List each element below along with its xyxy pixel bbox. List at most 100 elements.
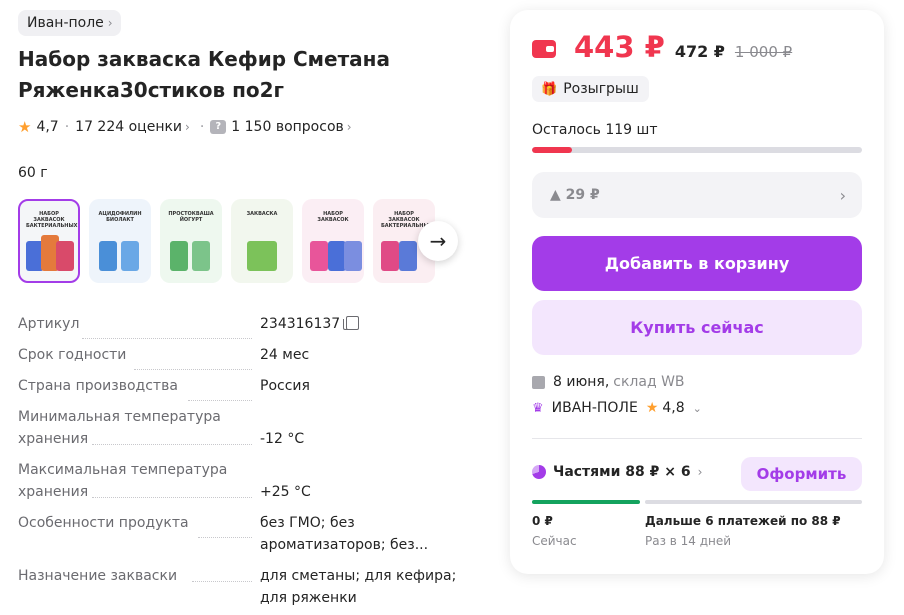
package-image xyxy=(381,241,399,271)
thumbnail[interactable]: ПРОСТОКВАША ЙОГУРТ xyxy=(160,199,222,283)
arrow-right-icon: → xyxy=(429,229,447,253)
question-icon: ? xyxy=(210,120,227,134)
spec-label: Артикул xyxy=(18,316,80,332)
pie-chart-icon xyxy=(532,465,546,479)
thumbnail[interactable]: АЦИДОФИЛИН БИОЛАКТ xyxy=(89,199,151,283)
package-image xyxy=(170,241,188,271)
installment-progress-later xyxy=(645,500,862,504)
buy-now-button[interactable]: Купить сейчас xyxy=(532,300,862,355)
spec-value: +25 °C xyxy=(260,484,311,500)
copy-icon[interactable] xyxy=(343,316,360,330)
discount-selector[interactable]: ▲ 29 ₽ › xyxy=(532,172,862,218)
price-row: 443 ₽ 472 ₽ 1 000 ₽ xyxy=(532,30,792,64)
thumbnail[interactable]: НАБОР ЗАКВАСОК БАКТЕРИАЛЬНЫХ xyxy=(18,199,80,283)
thumbnail-caption: НАБОР ЗАКВАСОК БАКТЕРИАЛЬНЫХ xyxy=(26,211,78,229)
spec-value: -12 °C xyxy=(260,431,305,447)
separator-dot: · xyxy=(64,119,70,135)
chevron-right-icon: › xyxy=(185,120,190,134)
thumbnail-caption: ЗАКВАСКА xyxy=(246,211,278,217)
seller-info[interactable]: ♛ ИВАН-ПОЛЕ ★ 4,8 ⌄ xyxy=(532,400,702,416)
separator-dot: · xyxy=(199,119,205,135)
package-image xyxy=(247,241,277,271)
pay-later-amount: Дальше 6 платежей по 88 ₽ xyxy=(645,514,841,528)
dotted-leader xyxy=(192,581,252,582)
spec-row: Назначение закваски для сметаны; для кеф… xyxy=(18,565,470,609)
buy-card: 443 ₽ 472 ₽ 1 000 ₽ 🎁 Розыгрыш Осталось … xyxy=(510,10,884,574)
spec-row: Страна производства Россия xyxy=(18,375,470,406)
spec-row: Артикул 234316137 xyxy=(18,313,470,344)
brand-chip[interactable]: Иван-поле › xyxy=(18,10,121,36)
installments-label: Частями 88 ₽ × 6 xyxy=(553,464,691,480)
delivery-place: склад WB xyxy=(613,374,685,390)
reviews-link[interactable]: 17 224 оценки xyxy=(75,119,182,135)
package-image xyxy=(310,241,328,271)
promo-badge[interactable]: 🎁 Розыгрыш xyxy=(532,76,649,102)
price-current: 443 ₽ xyxy=(574,30,665,64)
promo-label: Розыгрыш xyxy=(563,81,639,97)
checkout-button[interactable]: Оформить xyxy=(741,457,862,491)
spec-value: 24 мес xyxy=(260,347,310,363)
divider xyxy=(532,438,862,439)
spec-row: Максимальная температура хранения +25 °C xyxy=(18,459,470,512)
dotted-leader xyxy=(188,400,252,401)
spec-row: Срок годности 24 мес xyxy=(18,344,470,375)
weight-option: 60 г xyxy=(18,165,48,181)
pay-now-label: Сейчас xyxy=(532,534,577,548)
gallery-next-button[interactable]: → xyxy=(418,221,458,261)
dotted-leader xyxy=(92,497,252,498)
discount-value: ▲ 29 ₽ xyxy=(550,187,600,203)
product-title: Набор закваска Кефир Сметана Ряженка30ст… xyxy=(18,47,390,102)
spec-label: Назначение закваски xyxy=(18,568,178,584)
star-icon: ★ xyxy=(645,400,659,416)
dotted-leader xyxy=(198,537,252,538)
thumbnail[interactable]: ЗАКВАСКА xyxy=(231,199,293,283)
article-number: 234316137 xyxy=(260,316,341,332)
rating-value: 4,7 xyxy=(36,119,59,135)
seller-rating: 4,8 xyxy=(662,400,685,416)
price-old: 1 000 ₽ xyxy=(734,43,793,61)
package-image xyxy=(56,241,74,271)
thumbnail-caption: НАБОР ЗАКВАСОК БАКТЕРИАЛЬНЫХ xyxy=(381,211,433,229)
brand-name: Иван-поле xyxy=(27,15,104,31)
chevron-right-icon: › xyxy=(839,185,846,205)
star-icon: ★ xyxy=(18,118,32,136)
spec-value: без ГМО; без ароматизаторов; без... xyxy=(260,515,429,553)
spec-label: Особенности продукта xyxy=(18,515,189,531)
installment-progress-now xyxy=(532,500,640,504)
package-image xyxy=(99,241,117,271)
pay-later-label: Раз в 14 дней xyxy=(645,534,732,548)
pay-now-amount: 0 ₽ xyxy=(532,514,553,528)
box-icon xyxy=(532,375,545,389)
chevron-right-icon: › xyxy=(107,16,113,30)
thumbnail-caption: АЦИДОФИЛИН БИОЛАКТ xyxy=(98,211,142,223)
questions-link[interactable]: 1 150 вопросов xyxy=(231,119,343,135)
thumbnail-caption: НАБОР ЗАКВАСОК xyxy=(317,211,349,223)
spec-value: для сметаны; для кефира; для ряженки xyxy=(260,568,457,606)
rating-row: ★ 4,7 · 17 224 оценки › · ? 1 150 вопрос… xyxy=(18,117,352,137)
stock-label: Осталось 119 шт xyxy=(532,122,658,138)
specs-table: Артикул 234316137 Срок годности 24 мес С… xyxy=(18,313,470,609)
package-image xyxy=(344,241,362,271)
package-image xyxy=(121,241,139,271)
spec-value: 234316137 xyxy=(260,313,470,335)
spec-row: Особенности продукта без ГМО; без аромат… xyxy=(18,512,470,565)
thumbnail-gallery: НАБОР ЗАКВАСОК БАКТЕРИАЛЬНЫХ АЦИДОФИЛИН … xyxy=(18,199,435,283)
delivery-date: 8 июня, xyxy=(553,374,610,390)
dotted-leader xyxy=(134,369,252,370)
add-to-cart-button[interactable]: Добавить в корзину xyxy=(532,236,862,291)
stock-bar xyxy=(532,147,862,153)
installments-link[interactable]: Частями 88 ₽ × 6 › xyxy=(532,464,702,480)
chevron-down-icon: ⌄ xyxy=(692,401,702,415)
delivery-info: 8 июня, склад WB xyxy=(532,374,685,390)
package-image xyxy=(192,241,210,271)
chevron-right-icon: › xyxy=(697,465,703,479)
wallet-icon xyxy=(532,40,556,58)
dotted-leader xyxy=(82,338,252,339)
package-image xyxy=(399,241,417,271)
spec-label: Срок годности xyxy=(18,347,127,363)
gift-icon: 🎁 xyxy=(541,81,558,97)
crown-icon: ♛ xyxy=(532,400,544,416)
thumbnail-caption: ПРОСТОКВАША ЙОГУРТ xyxy=(168,211,214,223)
stock-bar-fill xyxy=(532,147,572,153)
thumbnail[interactable]: НАБОР ЗАКВАСОК xyxy=(302,199,364,283)
